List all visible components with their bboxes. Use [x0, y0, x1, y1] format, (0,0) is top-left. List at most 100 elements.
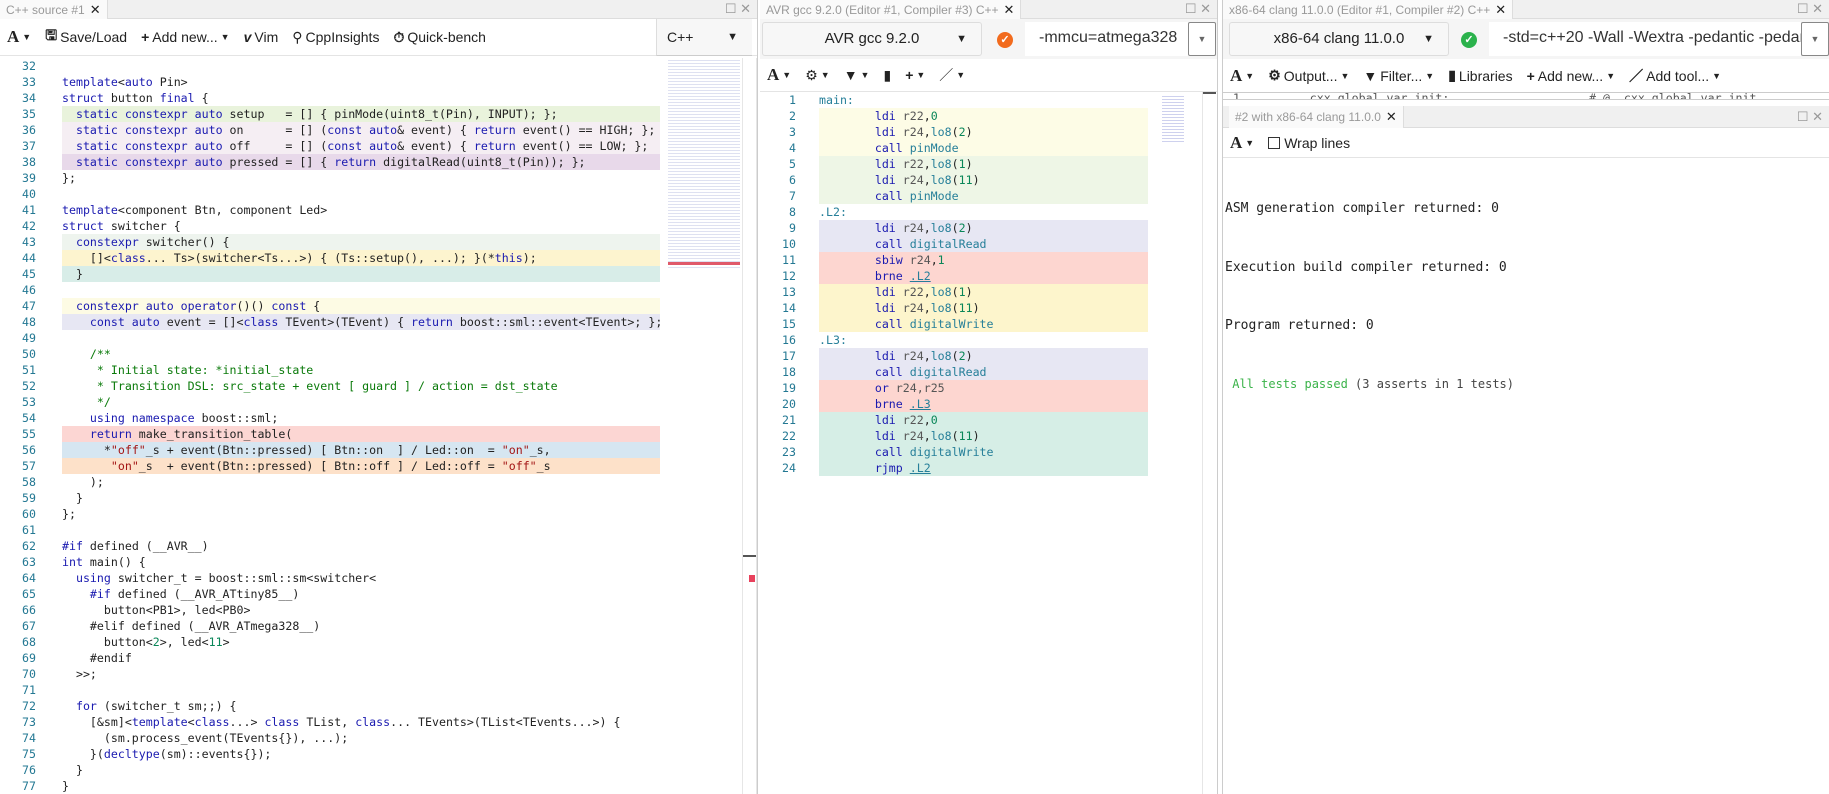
- label-link[interactable]: .L2: [910, 461, 931, 475]
- code-token: call: [874, 141, 903, 155]
- code-token: call: [874, 317, 903, 331]
- line-number: 56: [22, 443, 36, 457]
- code-line: 76 }: [0, 762, 666, 778]
- tab-avr[interactable]: AVR gcc 9.2.0 (Editor #1, Compiler #3) C…: [760, 0, 1022, 19]
- code-token: (switcher_t sm;;) {: [96, 699, 237, 713]
- options-dropdown-button[interactable]: ▼: [1801, 22, 1829, 56]
- libraries-button[interactable]: ▮: [876, 67, 898, 84]
- maximize-icon[interactable]: ☐: [725, 1, 737, 16]
- tab-output[interactable]: #2 with x86-64 clang 11.0.0 ✕: [1229, 106, 1404, 128]
- code-token: class: [355, 715, 391, 729]
- output-settings-button[interactable]: ⚙ ▼: [798, 67, 836, 84]
- source-editor[interactable]: 32 33 template<auto Pin> 34 struct button fi…: [0, 58, 666, 794]
- asm-output[interactable]: 1 main: 2 ldi r22,0 3 ldi r24,lo8(2) 4 call …: [760, 92, 1160, 794]
- compiler-select[interactable]: x86-64 clang 11.0.0 ▼: [1229, 22, 1449, 56]
- close-icon[interactable]: ✕: [1495, 2, 1506, 17]
- code-line: 40: [0, 186, 666, 202]
- minimap[interactable]: [668, 58, 740, 268]
- line-text: };: [62, 170, 76, 186]
- code-token: _s: [536, 459, 551, 473]
- compile-status-icon[interactable]: ✓: [1461, 32, 1477, 48]
- compiler-options-input[interactable]: -std=c++20 -Wall -Wextra -pedantic -peda…: [1489, 22, 1801, 56]
- font-size-button[interactable]: A ▼: [1223, 133, 1261, 153]
- line-number: 39: [22, 171, 36, 185]
- wrap-lines-toggle[interactable]: Wrap lines: [1261, 135, 1357, 151]
- compile-status-icon[interactable]: ✓: [997, 32, 1013, 48]
- close-icon[interactable]: ✕: [1200, 1, 1211, 16]
- add-tool-button[interactable]: ／ Add tool... ▼: [1622, 66, 1728, 86]
- close-icon[interactable]: ✕: [1386, 109, 1397, 124]
- code-token: /**: [62, 347, 111, 361]
- output-button[interactable]: ⚙ Output... ▼: [1261, 67, 1356, 84]
- code-token: "off": [110, 443, 146, 457]
- code-token: for: [75, 699, 97, 713]
- code-token: call: [874, 189, 903, 203]
- editor-scrollbar[interactable]: [742, 58, 757, 794]
- caret-icon: ▼: [22, 32, 32, 42]
- add-tool-button[interactable]: ／ ▼: [932, 65, 972, 85]
- caret-icon: ▼: [916, 70, 926, 80]
- line-number: 62: [22, 539, 36, 553]
- code-token: #endif: [62, 651, 132, 665]
- quickbench-button[interactable]: ⏱ Quick-bench: [386, 29, 493, 46]
- filter-button[interactable]: ▼ Filter... ▼: [1356, 68, 1441, 84]
- clang-asm-output[interactable]: 1 __cxx_global_var_init: # @__cxx_global…: [1223, 92, 1829, 100]
- maximize-icon[interactable]: ☐: [1797, 1, 1809, 16]
- line-number: 74: [22, 731, 36, 745]
- checkbox-icon[interactable]: [1268, 136, 1281, 149]
- cppinsights-button[interactable]: ⚲ CppInsights: [285, 29, 386, 46]
- libraries-button[interactable]: ▮ Libraries: [1441, 67, 1519, 84]
- code-token: const auto: [327, 123, 398, 137]
- plus-icon: +: [905, 67, 914, 83]
- line-number: 70: [22, 667, 36, 681]
- close-icon[interactable]: ✕: [1812, 109, 1823, 124]
- code-token: decltype: [103, 747, 160, 761]
- font-size-button[interactable]: A ▼: [0, 27, 38, 47]
- code-token: switcher {: [103, 219, 181, 233]
- minimap[interactable]: [1162, 94, 1184, 142]
- close-icon[interactable]: ✕: [740, 1, 751, 16]
- label-link[interactable]: .L2: [910, 269, 931, 283]
- options-value: -mmcu=atmega328: [1039, 29, 1178, 46]
- font-size-button[interactable]: A ▼: [1223, 66, 1261, 86]
- vim-button[interactable]: v Vim: [237, 29, 286, 45]
- editor-scrollbar[interactable]: [1202, 92, 1216, 794]
- close-icon[interactable]: ✕: [1812, 1, 1823, 16]
- line-number: 77: [22, 779, 36, 793]
- add-new-button[interactable]: + ▼: [898, 67, 932, 83]
- filter-button[interactable]: ▼ ▼: [837, 67, 877, 83]
- add-new-button[interactable]: + Add new... ▼: [134, 29, 237, 45]
- tab-label: AVR gcc 9.2.0 (Editor #1, Compiler #3) C…: [766, 3, 999, 17]
- compiler-select[interactable]: AVR gcc 9.2.0 ▼: [762, 22, 982, 56]
- options-dropdown-button[interactable]: ▼: [1188, 22, 1216, 56]
- line-number: 13: [782, 285, 796, 299]
- maximize-icon[interactable]: ☐: [1797, 109, 1809, 124]
- maximize-icon[interactable]: ☐: [1185, 1, 1197, 16]
- line-number: 34: [22, 91, 36, 105]
- line-number: 45: [22, 267, 36, 281]
- line-number: 47: [22, 299, 36, 313]
- code-token: setup = [] { pinMode(uint8_t(Pin), INPUT…: [222, 107, 558, 121]
- language-select[interactable]: C++ ▼: [656, 19, 752, 56]
- save-load-button[interactable]: 🖫 Save/Load: [38, 25, 134, 49]
- tab-source[interactable]: C++ source #1 ✕: [0, 0, 108, 19]
- code-line: 20 brne .L3: [760, 396, 1160, 412]
- close-icon[interactable]: ✕: [90, 2, 101, 17]
- label-link[interactable]: .L3: [910, 397, 931, 411]
- code-line: 4 call pinMode: [760, 140, 1160, 156]
- compiler-options-input[interactable]: -mmcu=atmega328: [1025, 22, 1190, 56]
- wrap-lines-label: Wrap lines: [1284, 134, 1351, 151]
- code-token: r24: [895, 301, 924, 315]
- tab-clang[interactable]: x86-64 clang 11.0.0 (Editor #1, Compiler…: [1223, 0, 1514, 19]
- line-number: 23: [782, 445, 796, 459]
- code-token: ... Ts>(switcher<Ts...>) { (Ts::setup(),…: [145, 251, 495, 265]
- add-new-button[interactable]: + Add new... ▼: [1520, 68, 1623, 84]
- close-icon[interactable]: ✕: [1004, 2, 1015, 17]
- line-text: };: [62, 506, 76, 522]
- font-size-button[interactable]: A ▼: [760, 65, 798, 85]
